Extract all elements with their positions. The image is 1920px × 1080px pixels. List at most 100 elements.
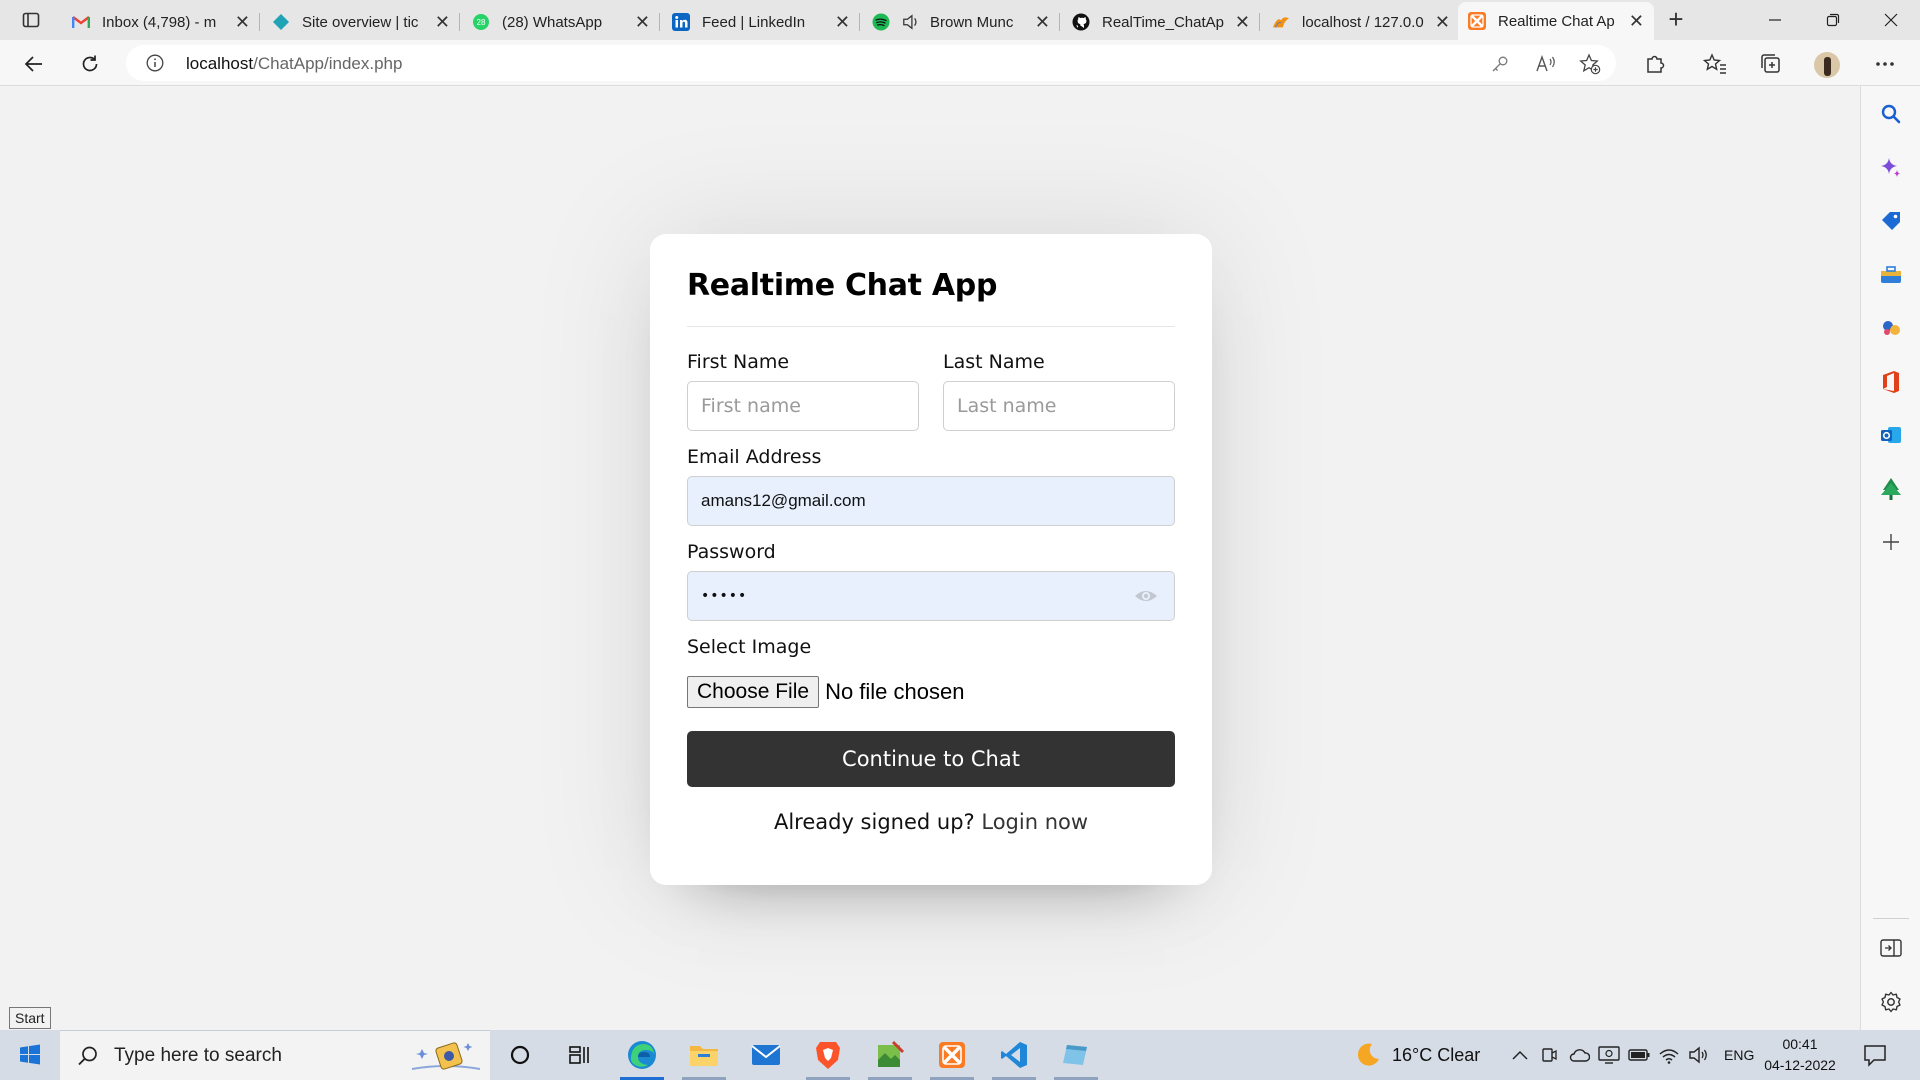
weather-widget[interactable]: 16°C Clear [1352,1030,1480,1080]
show-hidden-icons-button[interactable] [1512,1030,1528,1080]
first-name-label: First Name [687,351,790,373]
tab-title: (28) WhatsApp [502,13,603,31]
url-text[interactable]: localhost/ChatApp/index.php [186,54,402,74]
tab-title: Site overview | tic [302,13,419,31]
site-info-icon[interactable] [146,54,164,72]
speaker-icon[interactable] [902,13,920,31]
image-label: Select Image [687,636,812,658]
new-tab-button[interactable]: + [1660,6,1692,34]
taskbar-mail[interactable] [738,1030,794,1080]
office-icon[interactable] [1878,369,1904,395]
close-window-button[interactable] [1868,6,1914,34]
eye-icon[interactable] [1134,587,1158,605]
close-tab-icon[interactable]: ✕ [235,12,250,33]
sidebar-divider [1873,918,1909,919]
last-name-input[interactable]: Last name [943,381,1175,431]
tab-whatsapp[interactable]: 28 (28) WhatsApp ✕ [462,4,660,40]
tools-briefcase-icon[interactable] [1878,262,1904,288]
tab-actions-button[interactable] [14,6,48,34]
cortana-button[interactable] [492,1030,548,1080]
tab-github[interactable]: RealTime_ChatAp ✕ [1062,4,1260,40]
tab-site-overview[interactable]: Site overview | tic ✕ [262,4,460,40]
discover-sparkle-icon[interactable] [1878,155,1904,181]
add-sidebar-app-icon[interactable] [1878,529,1904,555]
taskbar-edge[interactable] [614,1030,670,1080]
task-view-button[interactable] [552,1030,608,1080]
tray-clock[interactable]: 00:41 04-12-2022 [1760,1034,1840,1076]
tray-meet-now[interactable] [1540,1030,1558,1080]
close-tab-icon[interactable]: ✕ [435,12,450,33]
settings-more-button[interactable] [1870,49,1900,79]
close-tab-icon[interactable]: ✕ [635,12,650,33]
collections-button[interactable] [1756,49,1786,79]
refresh-button[interactable] [74,48,106,80]
whatsapp-icon: 28 [472,13,490,31]
tree-icon[interactable] [1878,476,1904,502]
tab-title: RealTime_ChatAp [1102,13,1224,31]
profile-avatar[interactable] [1814,52,1840,78]
first-name-input[interactable]: First name [687,381,919,431]
close-tab-icon[interactable]: ✕ [1235,12,1250,33]
close-tab-icon[interactable]: ✕ [835,12,850,33]
continue-to-chat-button[interactable]: Continue to Chat [687,731,1175,787]
key-icon[interactable] [1488,52,1512,76]
taskbar-file-explorer[interactable] [676,1030,732,1080]
close-tab-icon[interactable]: ✕ [1035,12,1050,33]
email-input[interactable]: amans12@gmail.com [687,476,1175,526]
tab-realtime-chat[interactable]: Realtime Chat Ap ✕ [1458,2,1654,40]
minimize-button[interactable] [1752,6,1798,34]
login-now-link[interactable]: Login now [981,810,1088,834]
tab-phpmyadmin[interactable]: localhost / 127.0.0 ✕ [1262,4,1460,40]
site-icon [272,13,290,31]
taskbar-search-box[interactable]: Type here to search [60,1030,490,1080]
tray-battery[interactable] [1628,1030,1650,1080]
minimize-icon [1769,19,1781,21]
extensions-button[interactable] [1640,49,1670,79]
taskbar-app[interactable] [1048,1030,1104,1080]
add-favorite-icon[interactable] [1578,52,1602,76]
outlook-icon[interactable] [1878,422,1904,448]
games-icon[interactable] [1878,315,1904,341]
close-icon [1884,13,1898,27]
favorites-star-icon [1703,53,1726,74]
shopping-tag-icon[interactable] [1878,208,1904,234]
close-tab-icon[interactable]: ✕ [1629,11,1644,32]
notification-center-button[interactable] [1862,1042,1888,1068]
restore-button[interactable] [1810,6,1856,34]
taskbar-brave[interactable] [800,1030,856,1080]
edge-icon [628,1041,656,1069]
taskbar-vscode[interactable] [986,1030,1042,1080]
cloud-icon [1569,1049,1590,1062]
tab-spotify[interactable]: Brown Munc ✕ [862,4,1060,40]
gear-icon[interactable] [1878,989,1904,1015]
address-bar[interactable]: localhost/ChatApp/index.php [126,45,1616,81]
paint-notepad-icon [878,1040,905,1067]
spotify-icon [872,13,890,31]
close-tab-icon[interactable]: ✕ [1435,12,1450,33]
taskbar-notepad[interactable] [862,1030,918,1080]
choose-file-button[interactable]: Choose File [687,676,820,708]
back-button[interactable] [18,48,50,80]
tray-display[interactable] [1598,1030,1620,1080]
tab-gmail[interactable]: Inbox (4,798) - m ✕ [62,4,260,40]
search-placeholder: Type here to search [114,1044,282,1066]
tray-volume[interactable] [1688,1030,1710,1080]
password-label: Password [687,541,776,563]
hide-sidebar-icon[interactable] [1878,935,1904,961]
search-icon[interactable] [1878,101,1904,127]
favorites-button[interactable] [1700,49,1730,79]
moon-icon [1357,1043,1379,1066]
monitor-icon [1598,1046,1620,1064]
tray-wifi[interactable] [1658,1030,1680,1080]
brave-lion-icon [816,1042,840,1069]
puzzle-icon [1647,55,1665,73]
read-aloud-icon[interactable] [1534,52,1558,76]
tray-onedrive[interactable] [1568,1030,1590,1080]
notification-icon [1864,1045,1886,1067]
tray-language[interactable]: ENG [1724,1030,1754,1080]
password-input[interactable]: ••••• [687,571,1175,621]
tab-linkedin[interactable]: Feed | LinkedIn ✕ [662,4,860,40]
task-view-icon [569,1046,589,1064]
taskbar-xampp[interactable] [924,1030,980,1080]
start-button[interactable] [0,1030,60,1080]
